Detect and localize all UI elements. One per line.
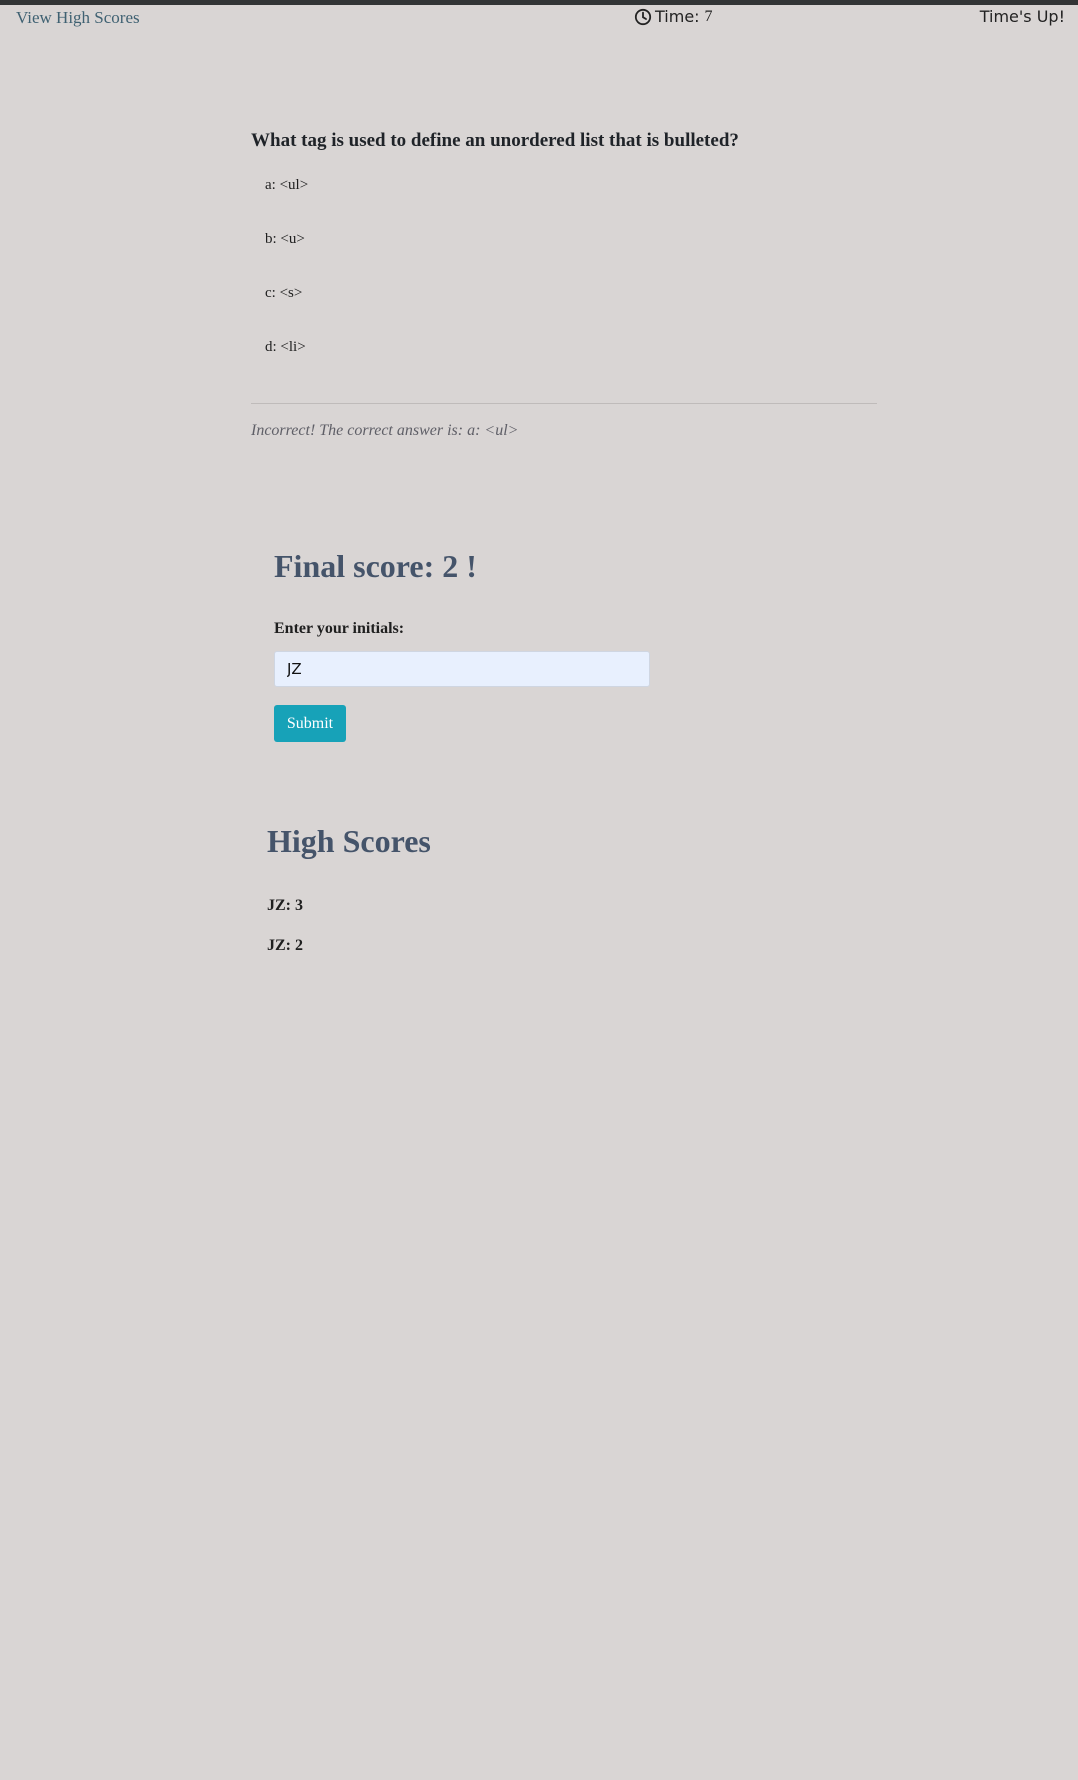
view-high-scores-link[interactable]: View High Scores	[16, 8, 140, 28]
final-score-heading: Final score: 2 !	[274, 548, 477, 584]
initials-input[interactable]	[274, 651, 650, 687]
high-score-entry: JZ: 3	[267, 897, 303, 914]
quiz-card: What tag is used to define an unordered …	[251, 130, 877, 391]
high-scores-heading: High Scores	[267, 823, 431, 859]
initials-label: Enter your initials:	[274, 620, 405, 637]
answer-choices: a: <ul> b: <u> c: <s> d: <li>	[251, 175, 877, 391]
choice-c[interactable]: c: <s>	[265, 283, 877, 337]
timer-label: Time:	[655, 7, 700, 26]
times-up-status: Time's Up!	[979, 7, 1065, 26]
timer: Time: 7	[634, 7, 713, 26]
header-bar: View High Scores Time: 7 Time's Up!	[0, 5, 1078, 31]
timer-value: 7	[704, 7, 713, 25]
choice-a[interactable]: a: <ul>	[265, 175, 877, 229]
question-text: What tag is used to define an unordered …	[251, 130, 739, 151]
choice-d[interactable]: d: <li>	[265, 337, 877, 391]
submit-button[interactable]: Submit	[274, 705, 346, 742]
answer-feedback: Incorrect! The correct answer is: a: <ul…	[251, 422, 519, 439]
divider	[251, 403, 877, 404]
high-score-entry: JZ: 2	[267, 937, 303, 954]
clock-icon	[634, 8, 652, 26]
choice-b[interactable]: b: <u>	[265, 229, 877, 283]
high-scores-list: JZ: 3 JZ: 2	[267, 897, 303, 977]
